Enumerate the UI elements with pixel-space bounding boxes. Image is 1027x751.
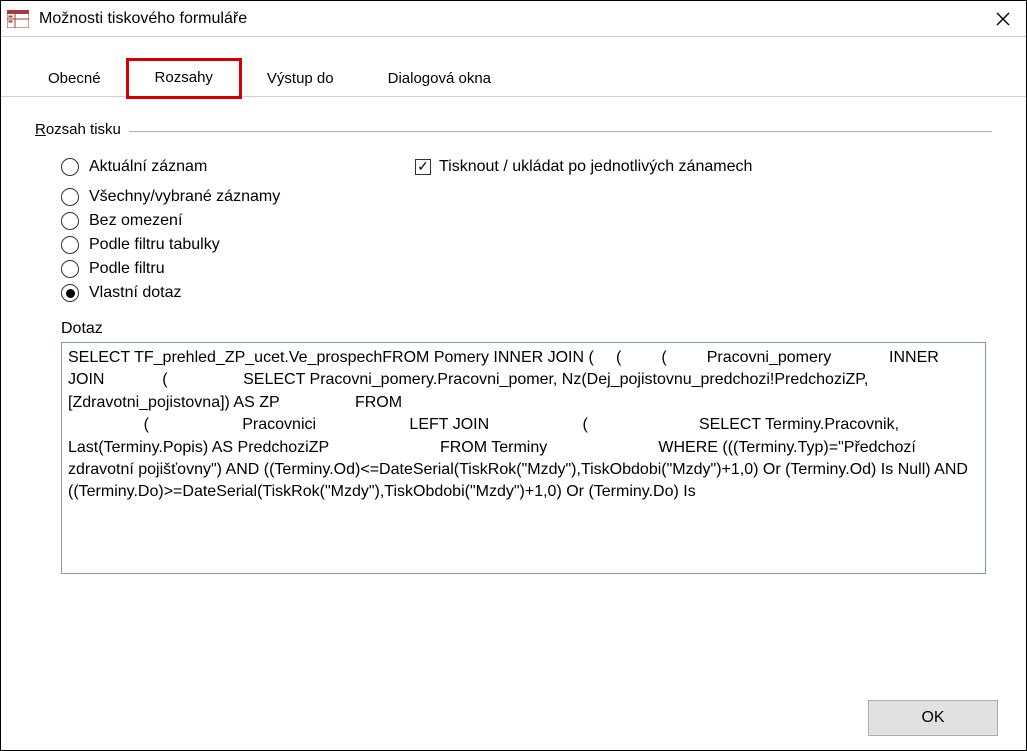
radio-podle-filtru[interactable]: Podle filtru — [61, 260, 992, 278]
ok-button[interactable]: OK — [868, 700, 998, 736]
dialog-print-form-options: Možnosti tiskového formuláře Obecné Rozs… — [0, 0, 1027, 751]
tabstrip: Obecné Rozsahy Výstup do Dialogová okna — [1, 37, 1026, 97]
label-dotaz: Dotaz — [61, 320, 992, 338]
radio-vsechny-vybrane[interactable]: Všechny/vybrané záznamy — [61, 188, 992, 206]
radio-vlastni-dotaz[interactable]: Vlastní dotaz — [61, 284, 992, 302]
checkbox-icon — [415, 159, 431, 175]
radio-icon — [61, 188, 79, 206]
tab-vystup-do[interactable]: Výstup do — [240, 61, 361, 97]
tab-content-rozsahy: Rozsah tisku Aktuální záznam Tisknout / … — [1, 97, 1026, 686]
group-label: Rozsah tisku — [35, 121, 121, 138]
dialog-footer: OK — [1, 686, 1026, 750]
radio-icon — [61, 236, 79, 254]
radio-label: Podle filtru tabulky — [89, 236, 220, 254]
radio-icon — [61, 212, 79, 230]
radio-icon — [61, 260, 79, 278]
radio-podle-filtru-tabulky[interactable]: Podle filtru tabulky — [61, 236, 992, 254]
query-textarea[interactable]: SELECT TF_prehled_ZP_ucet.Ve_prospechFRO… — [61, 342, 986, 574]
titlebar: Možnosti tiskového formuláře — [1, 1, 1026, 37]
window-title: Možnosti tiskového formuláře — [39, 10, 980, 28]
tab-rozsahy[interactable]: Rozsahy — [128, 60, 240, 97]
tab-dialogova-okna[interactable]: Dialogová okna — [361, 61, 518, 97]
radio-label: Bez omezení — [89, 212, 182, 230]
checkbox-tisknout-po-jednotlivych[interactable]: Tisknout / ukládat po jednotlivých zánam… — [415, 158, 752, 176]
group-rozsah-tisku: Rozsah tisku — [35, 121, 992, 142]
radio-label: Podle filtru — [89, 260, 165, 278]
close-button[interactable] — [980, 1, 1026, 36]
radio-icon — [61, 158, 79, 176]
checkbox-label: Tisknout / ukládat po jednotlivých zánam… — [439, 158, 752, 176]
radio-bez-omezeni[interactable]: Bez omezení — [61, 212, 992, 230]
radio-label: Všechny/vybrané záznamy — [89, 188, 280, 206]
tab-obecne[interactable]: Obecné — [21, 61, 128, 97]
radio-aktualni-zaznam[interactable]: Aktuální záznam — [61, 158, 415, 176]
radio-label: Vlastní dotaz — [89, 284, 182, 302]
app-icon — [7, 10, 29, 28]
radio-icon — [61, 284, 79, 302]
group-divider — [129, 131, 992, 132]
radio-label: Aktuální záznam — [89, 158, 207, 176]
